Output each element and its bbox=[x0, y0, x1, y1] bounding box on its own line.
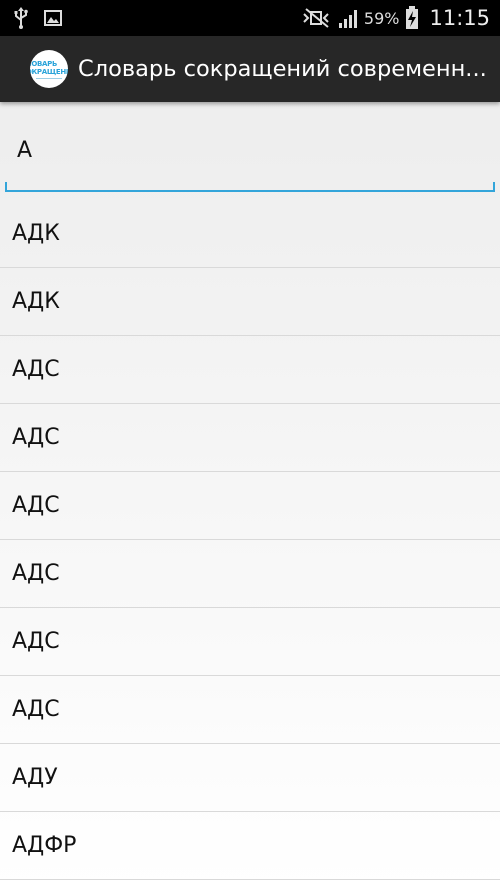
list-item[interactable]: АДК bbox=[0, 200, 500, 268]
status-left-group bbox=[14, 7, 78, 29]
app-logo[interactable]: СЛОВАРЬ СОКРАЩЕНИЙ bbox=[30, 50, 68, 88]
status-bar: 59% 11:15 bbox=[0, 0, 500, 36]
app-logo-text: СЛОВАРЬ СОКРАЩЕНИЙ bbox=[30, 59, 68, 76]
result-list: АДК АДК АДС АДС АДС АДС АДС АДС АДУ АДФР bbox=[0, 200, 500, 880]
list-item[interactable]: АДФР bbox=[0, 812, 500, 880]
search-underline-left-tick bbox=[5, 182, 7, 192]
battery-charging-icon bbox=[405, 6, 419, 30]
action-bar: СЛОВАРЬ СОКРАЩЕНИЙ Словарь сокращений со… bbox=[0, 36, 500, 102]
app-screen: 59% 11:15 СЛОВАРЬ СОКРАЩЕНИЙ Словарь сок… bbox=[0, 0, 500, 889]
list-item[interactable]: АДС bbox=[0, 404, 500, 472]
search-area bbox=[0, 102, 500, 200]
list-item[interactable]: АДС bbox=[0, 472, 500, 540]
image-icon bbox=[44, 10, 62, 26]
app-logo-rule bbox=[36, 77, 62, 79]
status-clock: 11:15 bbox=[429, 6, 490, 30]
battery-percent: 59% bbox=[363, 8, 400, 28]
mute-icon bbox=[302, 8, 332, 28]
list-item[interactable]: АДС bbox=[0, 608, 500, 676]
list-item[interactable]: АДС bbox=[0, 676, 500, 744]
signal-icon bbox=[338, 7, 360, 29]
list-item[interactable]: АДУ bbox=[0, 744, 500, 812]
search-input[interactable] bbox=[5, 122, 495, 192]
list-item[interactable]: АДС bbox=[0, 540, 500, 608]
usb-icon bbox=[14, 7, 28, 29]
app-title: Словарь сокращений современн... bbox=[78, 56, 487, 82]
list-item[interactable]: АДК bbox=[0, 268, 500, 336]
status-right-group: 59% 11:15 bbox=[296, 6, 490, 30]
list-item[interactable]: АДС bbox=[0, 336, 500, 404]
search-underline-right-tick bbox=[493, 182, 495, 192]
